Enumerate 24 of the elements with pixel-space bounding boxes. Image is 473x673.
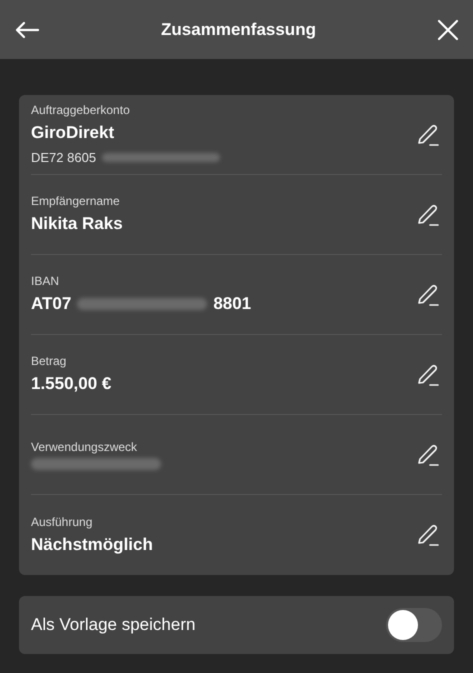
field-label: Verwendungszweck [31, 439, 138, 455]
field-label: Ausführung [31, 514, 94, 530]
edit-icon[interactable] [416, 202, 440, 226]
edit-icon[interactable] [416, 442, 440, 466]
field-value: AT07 [31, 293, 72, 315]
field-value: 8801 [213, 293, 252, 315]
field-value: Nächstmöglich [31, 534, 153, 556]
edit-icon[interactable] [416, 282, 440, 306]
field-value: 1.550,00 € [31, 373, 112, 395]
edit-icon[interactable] [416, 362, 440, 386]
field-label: Auftraggeberkonto [31, 102, 131, 118]
screen-title: Zusammenfassung [161, 18, 316, 41]
edit-icon[interactable] [416, 122, 440, 146]
edit-icon[interactable] [416, 523, 440, 547]
toggle-label: Als Vorlage speichern [31, 614, 196, 636]
field-label: Betrag [31, 353, 68, 369]
field-value: GiroDirekt [31, 122, 114, 144]
field-label: Empfängername [31, 193, 121, 209]
back-arrow-icon[interactable] [14, 20, 40, 40]
close-icon[interactable] [437, 18, 459, 40]
field-value: Nikita Raks [31, 213, 123, 235]
field-detail: DE72 8605 [31, 148, 96, 166]
toggle-switch[interactable] [386, 608, 442, 642]
field-label: IBAN [31, 273, 60, 289]
